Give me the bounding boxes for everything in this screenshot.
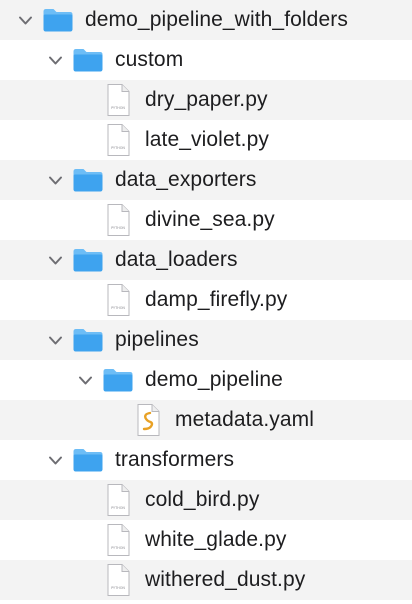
tree-item-label: metadata.yaml <box>175 408 315 431</box>
tree-row-demo-pipeline-with-folders[interactable]: demo_pipeline_with_folders <box>0 0 412 40</box>
svg-text:PYTHON: PYTHON <box>111 506 125 510</box>
folder-icon <box>72 327 104 353</box>
chevron-down-icon[interactable] <box>48 253 63 268</box>
folder-icon <box>72 447 104 473</box>
tree-row-divine-sea-py[interactable]: PYTHON divine_sea.py <box>0 200 412 240</box>
tree-row-data-loaders[interactable]: data_loaders <box>0 240 412 280</box>
folder-icon <box>102 367 134 393</box>
chevron-down-icon[interactable] <box>78 373 93 388</box>
tree-item-label: damp_firefly.py <box>145 288 288 311</box>
chevron-down-icon[interactable] <box>48 173 63 188</box>
python-file-icon: PYTHON <box>105 203 131 237</box>
tree-item-label: demo_pipeline <box>145 368 283 391</box>
tree-row-cold-bird-py[interactable]: PYTHON cold_bird.py <box>0 480 412 520</box>
tree-item-label: withered_dust.py <box>145 568 306 591</box>
tree-item-label: pipelines <box>115 328 199 351</box>
tree-item-label: data_loaders <box>115 248 238 271</box>
tree-item-label: custom <box>115 48 184 71</box>
tree-item-label: cold_bird.py <box>145 488 260 511</box>
svg-text:PYTHON: PYTHON <box>111 226 125 230</box>
tree-item-label: late_violet.py <box>145 128 269 151</box>
chevron-down-icon[interactable] <box>48 53 63 68</box>
python-file-icon: PYTHON <box>105 83 131 117</box>
yaml-file-icon <box>135 403 161 437</box>
tree-row-metadata-yaml[interactable]: metadata.yaml <box>0 400 412 440</box>
tree-row-pipelines[interactable]: pipelines <box>0 320 412 360</box>
tree-row-demo-pipeline[interactable]: demo_pipeline <box>0 360 412 400</box>
tree-item-label: divine_sea.py <box>145 208 275 231</box>
svg-text:PYTHON: PYTHON <box>111 586 125 590</box>
tree-row-data-exporters[interactable]: data_exporters <box>0 160 412 200</box>
tree-item-label: data_exporters <box>115 168 257 191</box>
svg-text:PYTHON: PYTHON <box>111 546 125 550</box>
chevron-down-icon[interactable] <box>48 453 63 468</box>
folder-icon <box>72 247 104 273</box>
tree-item-label: white_glade.py <box>145 528 287 551</box>
tree-row-dry-paper-py[interactable]: PYTHON dry_paper.py <box>0 80 412 120</box>
svg-text:PYTHON: PYTHON <box>111 146 125 150</box>
tree-row-damp-firefly-py[interactable]: PYTHON damp_firefly.py <box>0 280 412 320</box>
python-file-icon: PYTHON <box>105 283 131 317</box>
svg-text:PYTHON: PYTHON <box>111 106 125 110</box>
python-file-icon: PYTHON <box>105 123 131 157</box>
tree-item-label: demo_pipeline_with_folders <box>85 8 348 31</box>
tree-item-label: dry_paper.py <box>145 88 268 111</box>
svg-text:PYTHON: PYTHON <box>111 306 125 310</box>
tree-row-late-violet-py[interactable]: PYTHON late_violet.py <box>0 120 412 160</box>
python-file-icon: PYTHON <box>105 523 131 557</box>
python-file-icon: PYTHON <box>105 483 131 517</box>
folder-icon <box>42 7 74 33</box>
folder-icon <box>72 47 104 73</box>
chevron-down-icon[interactable] <box>48 333 63 348</box>
tree-row-transformers[interactable]: transformers <box>0 440 412 480</box>
folder-icon <box>72 167 104 193</box>
chevron-down-icon[interactable] <box>18 13 33 28</box>
python-file-icon: PYTHON <box>105 563 131 597</box>
file-tree: demo_pipeline_with_folderscustom PYTHON dr… <box>0 0 412 604</box>
tree-row-custom[interactable]: custom <box>0 40 412 80</box>
tree-item-label: transformers <box>115 448 235 471</box>
tree-row-withered-dust-py[interactable]: PYTHON withered_dust.py <box>0 560 412 600</box>
tree-row-white-glade-py[interactable]: PYTHON white_glade.py <box>0 520 412 560</box>
